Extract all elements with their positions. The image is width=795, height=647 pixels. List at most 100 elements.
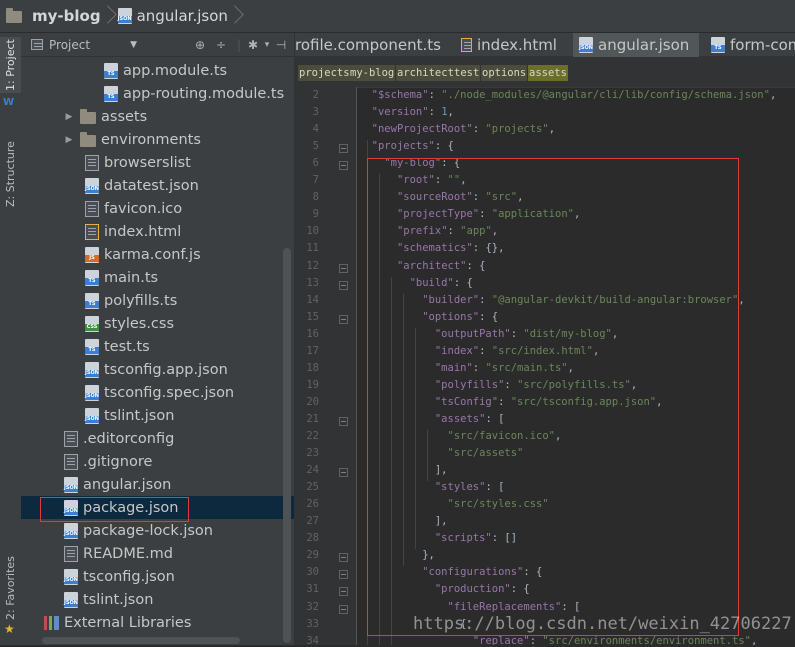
project-view-select[interactable]: Project ▼ (31, 38, 137, 52)
tree-item-editorconfig[interactable]: .editorconfig (21, 427, 294, 450)
tab-form-component[interactable]: TS form-com (705, 33, 795, 57)
tree-item-label: package-lock.json (83, 522, 213, 539)
favorites-tool-tab[interactable]: 2: Favorites (0, 548, 21, 628)
line-number: 22 (306, 430, 319, 442)
gear-icon[interactable]: ✱ (246, 33, 260, 56)
webstorm-icon: W (3, 97, 15, 108)
project-tree: TS app.module.ts TS app-routing.module.ts … (21, 57, 294, 645)
vertical-scrollbar[interactable] (283, 248, 291, 643)
tree-item-label: styles.css (104, 315, 175, 332)
line-number: 32 (306, 600, 319, 613)
code-line: "newProjectRoot": "projects", (371, 123, 556, 136)
tree-item-package-lock[interactable]: JSON package-lock.json (21, 519, 294, 542)
tree-item-label: .editorconfig (83, 430, 175, 447)
html-file-icon (461, 38, 472, 52)
tree-item-tsconfig-app[interactable]: JSON tsconfig.app.json (21, 358, 294, 381)
line-number: 15 (306, 310, 319, 323)
ts-file-icon: TS (104, 62, 118, 79)
tree-item-datatest-json[interactable]: JSON datatest.json (21, 174, 294, 197)
fold-marker-icon[interactable] (339, 263, 348, 273)
line-number: 9 (312, 208, 319, 221)
tree-item-gitignore[interactable]: .gitignore (21, 450, 294, 473)
breadcrumb-item[interactable]: architect (396, 65, 455, 81)
fold-marker-icon[interactable] (339, 553, 348, 563)
tree-item-label: tslint.json (83, 591, 154, 608)
tree-item-index-html[interactable]: index.html (21, 220, 294, 243)
fold-marker-icon[interactable] (339, 161, 348, 171)
nav-file-crumb[interactable]: JSON angular.json (117, 0, 228, 33)
json-file-icon: JSON (64, 591, 78, 608)
tree-item-app-module[interactable]: TS app.module.ts (21, 59, 294, 82)
fold-marker-icon[interactable] (339, 570, 348, 580)
tree-item-main-ts[interactable]: TS main.ts (21, 266, 294, 289)
breadcrumb-item[interactable]: options (481, 65, 528, 81)
tree-item-tsconfig[interactable]: JSON tsconfig.json (21, 565, 294, 588)
tab-index-html[interactable]: index.html (455, 33, 570, 57)
tree-item-tsconfig-spec[interactable]: JSON tsconfig.spec.json (21, 381, 294, 404)
fold-marker-icon[interactable] (339, 280, 348, 290)
tree-item-app-routing-module[interactable]: TS app-routing.module.ts (21, 82, 294, 105)
line-number: 13 (306, 276, 319, 289)
hide-panel-icon[interactable]: ⊣ (274, 33, 288, 56)
tree-item-angular-json[interactable]: JSON angular.json (21, 473, 294, 496)
json-file-icon: JSON (85, 407, 99, 424)
tree-item-karma-conf[interactable]: JS karma.conf.js (21, 243, 294, 266)
line-number: 7 (312, 174, 319, 187)
tree-item-label: polyfills.ts (104, 292, 178, 309)
folder-icon (80, 108, 96, 124)
line-number: 17 (306, 344, 319, 357)
ts-file-icon: TS (104, 85, 118, 102)
tree-item-label: angular.json (83, 476, 172, 493)
tree-item-test-ts[interactable]: TS test.ts (21, 335, 294, 358)
fold-marker-icon[interactable] (339, 468, 348, 478)
tree-item-label: tslint.json (104, 407, 175, 424)
line-number: 20 (306, 395, 319, 408)
line-number: 11 (306, 242, 319, 255)
project-tool-tab[interactable]: 1: Project (0, 37, 21, 93)
tree-item-tslint-root[interactable]: JSON tslint.json (21, 588, 294, 611)
fold-marker-icon[interactable] (339, 144, 348, 154)
line-number: 12 (306, 259, 319, 272)
line-number: 14 (306, 293, 319, 306)
json-file-icon: JSON (117, 8, 132, 24)
tree-item-label: app-routing.module.ts (123, 85, 285, 102)
json-file-icon: JSON (64, 476, 78, 493)
code-line: "$schema": "./node_modules/@angular/cli/… (371, 89, 777, 101)
tree-item-label: karma.conf.js (104, 246, 201, 263)
tree-item-environments[interactable]: ▶ environments (21, 128, 294, 151)
tab-label: rofile.component.ts (295, 36, 441, 54)
breadcrumb-item[interactable]: assets (528, 65, 568, 81)
tree-item-polyfills[interactable]: TS polyfills.ts (21, 289, 294, 312)
line-number: 3 (312, 106, 319, 119)
fold-marker-icon[interactable] (339, 416, 348, 426)
horizontal-scrollbar[interactable] (42, 637, 240, 644)
css-file-icon: CSS (85, 315, 99, 332)
tab-angular-json[interactable]: JSON angular.json (573, 33, 699, 57)
tree-item-styles-css[interactable]: CSS styles.css (21, 312, 294, 335)
locate-icon[interactable]: ⊕ (193, 33, 207, 56)
nav-project-crumb[interactable]: my-blog (6, 0, 101, 33)
image-file-icon (85, 200, 99, 217)
tab-profile-component[interactable]: rofile.component.ts (295, 33, 455, 57)
structure-tool-tab[interactable]: Z: Structure (0, 131, 21, 217)
breadcrumb-item[interactable]: projects (298, 65, 351, 81)
tree-item-tslint-src[interactable]: JSON tslint.json (21, 404, 294, 427)
tree-item-assets[interactable]: ▶ assets (21, 105, 294, 128)
chevron-right-icon (231, 0, 241, 33)
breadcrumb-item[interactable]: test (453, 65, 481, 81)
expand-arrow-icon[interactable]: ▶ (64, 112, 74, 122)
tree-item-favicon[interactable]: favicon.ico (21, 197, 294, 220)
collapse-all-icon[interactable]: ÷ (214, 33, 228, 56)
tree-item-external-libraries[interactable]: External Libraries (21, 611, 294, 634)
tree-item-readme[interactable]: README.md (21, 542, 294, 565)
breadcrumb-item[interactable]: my-blog (349, 65, 396, 81)
expand-arrow-icon[interactable]: ▶ (64, 135, 74, 145)
line-number: 30 (306, 566, 319, 579)
fold-marker-icon[interactable] (339, 314, 348, 324)
fold-marker-icon[interactable] (339, 604, 348, 614)
fold-marker-icon[interactable] (339, 587, 348, 597)
tree-item-browserslist[interactable]: browserslist (21, 151, 294, 174)
tree-item-label: index.html (104, 223, 182, 240)
line-number: 25 (306, 481, 319, 494)
chevron-down-icon[interactable]: ▾ (260, 33, 274, 56)
